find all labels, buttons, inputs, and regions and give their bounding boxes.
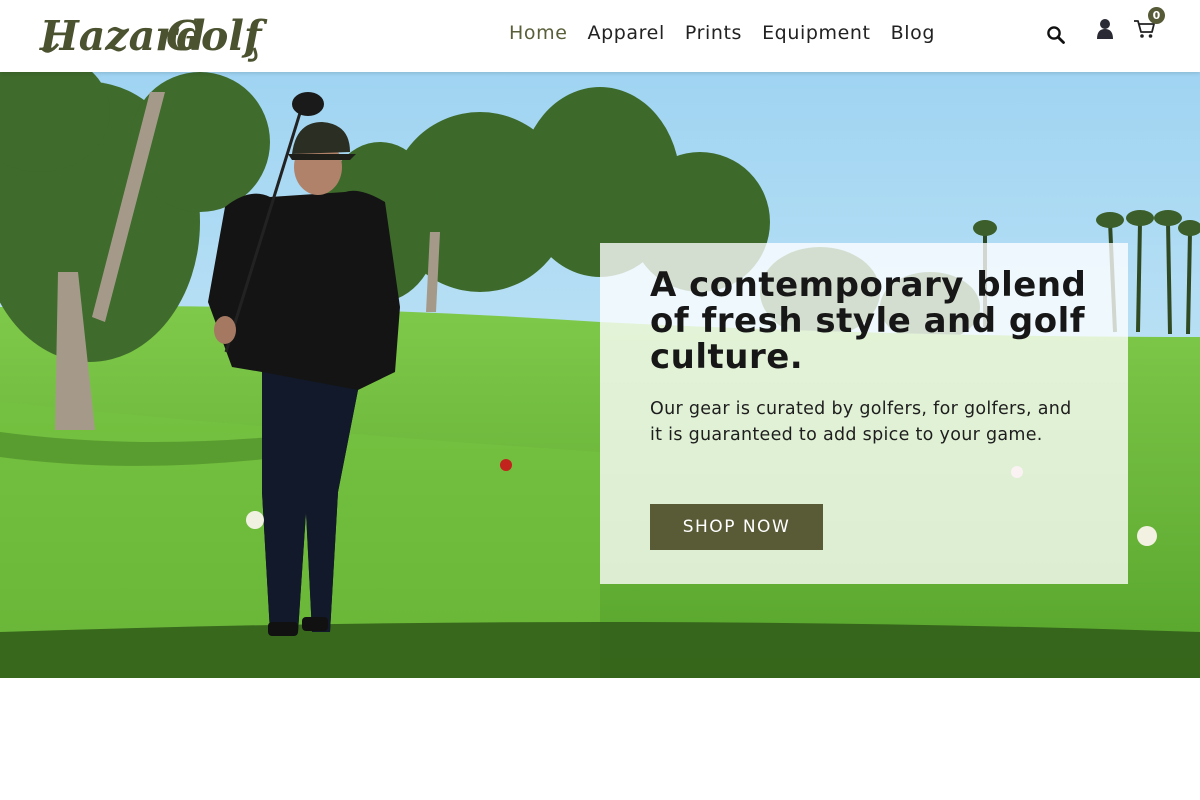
nav-home[interactable]: Home bbox=[509, 22, 568, 44]
shop-now-button[interactable]: SHOP NOW bbox=[650, 504, 823, 550]
hero-banner: A contemporary blend of fresh style and … bbox=[0, 72, 1200, 678]
main-nav: Home Apparel Prints Equipment Blog bbox=[509, 22, 955, 44]
hazard-golf-logo[interactable]: Hazard Golf bbox=[38, 4, 270, 66]
site-header: Hazard Golf Home Apparel Prints Equipmen… bbox=[0, 0, 1200, 72]
hero-text-panel: A contemporary blend of fresh style and … bbox=[600, 243, 1128, 584]
cart-count-badge: 0 bbox=[1148, 7, 1165, 24]
user-icon[interactable] bbox=[1095, 18, 1115, 40]
svg-text:Golf: Golf bbox=[166, 12, 268, 60]
nav-apparel[interactable]: Apparel bbox=[588, 22, 665, 44]
nav-blog[interactable]: Blog bbox=[891, 22, 935, 44]
hero-headline: A contemporary blend of fresh style and … bbox=[650, 265, 1087, 377]
nav-equipment[interactable]: Equipment bbox=[762, 22, 871, 44]
nav-prints[interactable]: Prints bbox=[685, 22, 742, 44]
hero-subtext: Our gear is curated by golfers, for golf… bbox=[650, 399, 1072, 445]
search-icon[interactable] bbox=[1046, 25, 1066, 45]
